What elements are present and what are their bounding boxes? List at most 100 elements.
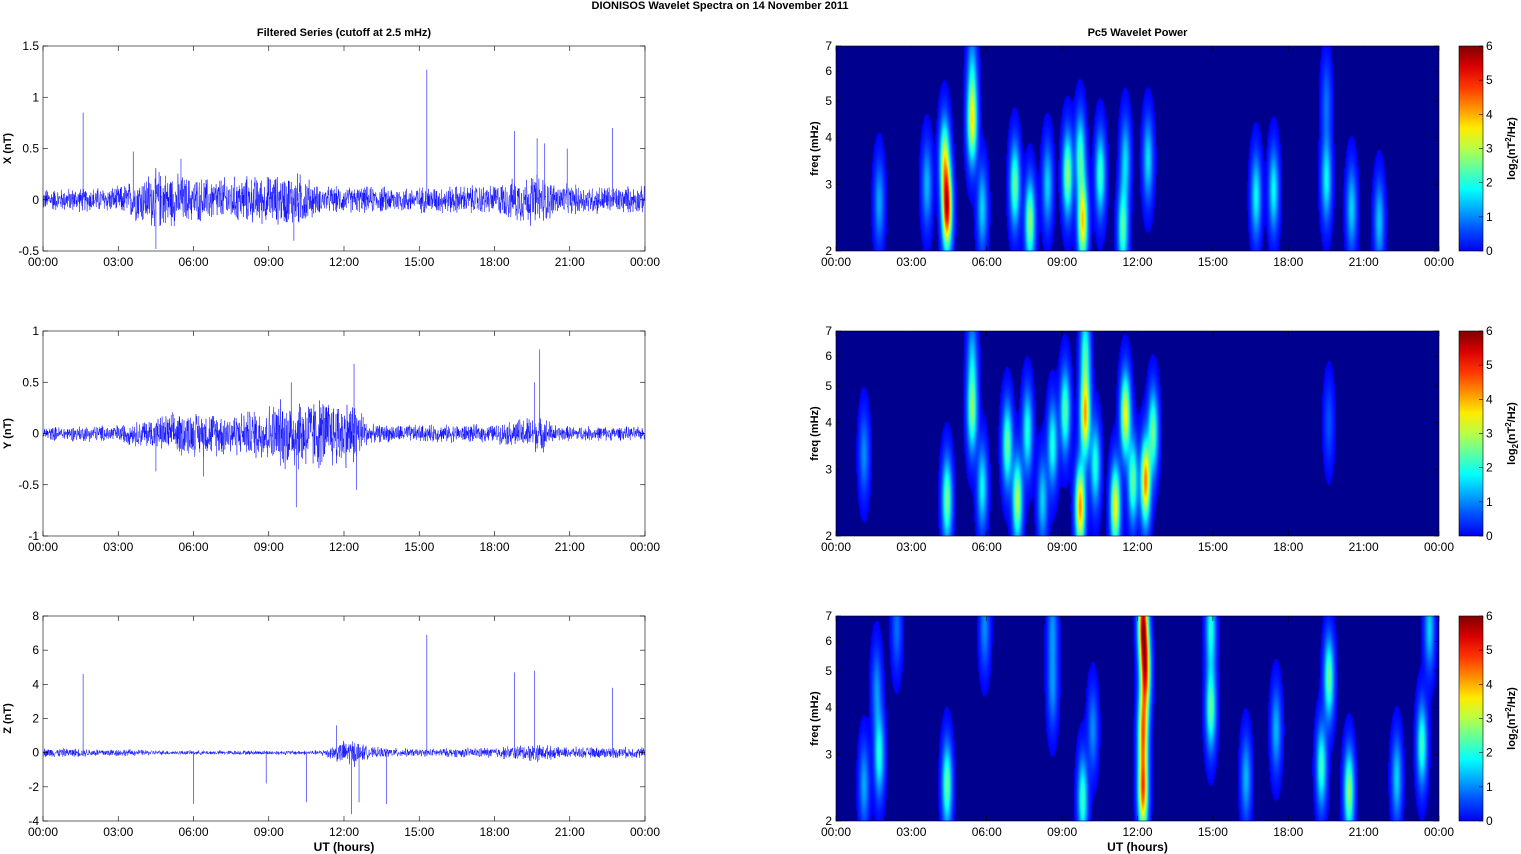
x-tick-label: 15:00 xyxy=(404,825,434,839)
x-tick-label: 03:00 xyxy=(103,255,133,269)
colorbar: 0 1 2 3 4 5 6 log2(nT2/Hz) xyxy=(1458,39,1520,258)
x-tick-label: 09:00 xyxy=(1047,540,1077,554)
y-tick-label: -0.5 xyxy=(18,478,39,492)
y-tick-label: 4 xyxy=(825,416,832,430)
x-tick-label: 12:00 xyxy=(329,540,359,554)
colorbar-label: log2(nT2/Hz) xyxy=(1504,687,1520,750)
colorbar-tick-label: 4 xyxy=(1486,107,1493,121)
x-tick-label: 03:00 xyxy=(896,825,926,839)
y-tick-label: 1.5 xyxy=(22,39,39,53)
y-axis-label: freq (mHz) xyxy=(809,406,821,461)
y-tick-label: 1 xyxy=(32,324,39,338)
x-tick-label: 03:00 xyxy=(896,540,926,554)
y-tick-label: 4 xyxy=(32,677,39,691)
heatmap-canvas xyxy=(836,616,1439,821)
x-tick-label: 09:00 xyxy=(254,825,284,839)
x-tick-label: 00:00 xyxy=(28,825,58,839)
x-tick-label: 00:00 xyxy=(821,540,851,554)
series-z xyxy=(43,634,645,815)
y-tick-label: 7 xyxy=(825,609,832,623)
colorbar-label: log2(nT2/Hz) xyxy=(1504,402,1520,465)
y-axis-label: X (nT) xyxy=(2,133,14,164)
x-tick-label: 00:00 xyxy=(28,540,58,554)
colorbar-tick-label: 5 xyxy=(1486,73,1493,87)
series-2-axes: -4-20246800:00 03:00 06:00 09:00 12:00 15:00 1… xyxy=(2,609,660,854)
x-tick-label: 15:00 xyxy=(404,255,434,269)
y-tick-label: 3 xyxy=(825,178,832,192)
y-tick-label: 3 xyxy=(825,748,832,762)
y-axis-label: freq (mHz) xyxy=(809,691,821,746)
y-tick-label: 8 xyxy=(32,609,39,623)
panel-title: Pc5 Wavelet Power xyxy=(1088,27,1189,39)
x-tick-label: 09:00 xyxy=(254,540,284,554)
y-tick-label: 6 xyxy=(825,349,832,363)
colorbar-tick-label: 1 xyxy=(1486,780,1493,794)
colorbar-tick-label: 0 xyxy=(1486,244,1493,258)
x-tick-label: 12:00 xyxy=(1122,255,1152,269)
x-tick-label: 12:00 xyxy=(1122,540,1152,554)
colorbar-tick-label: 1 xyxy=(1486,210,1493,224)
x-tick-label: 18:00 xyxy=(479,540,509,554)
x-tick-label: 21:00 xyxy=(1349,255,1379,269)
series-y xyxy=(43,349,645,508)
x-tick-label: 18:00 xyxy=(1273,255,1303,269)
x-tick-label: 09:00 xyxy=(1047,825,1077,839)
x-tick-label: 03:00 xyxy=(103,540,133,554)
colorbar-tick-label: 6 xyxy=(1486,609,1493,623)
x-tick-label: 03:00 xyxy=(896,255,926,269)
x-tick-label: 00:00 xyxy=(1424,540,1454,554)
x-tick-label: 00:00 xyxy=(630,825,660,839)
colorbar-tick-label: 0 xyxy=(1486,529,1493,543)
y-tick-label: 0 xyxy=(32,193,39,207)
x-tick-label: 18:00 xyxy=(1273,540,1303,554)
y-tick-label: 5 xyxy=(825,379,832,393)
x-tick-label: 15:00 xyxy=(1198,825,1228,839)
x-tick-label: 09:00 xyxy=(1047,255,1077,269)
x-tick-label: 06:00 xyxy=(972,825,1002,839)
colorbar-tick-label: 3 xyxy=(1486,427,1493,441)
x-tick-label: 00:00 xyxy=(28,255,58,269)
series-0-axes: -0.500.511.500:00 03:00 06:00 09:00 12:00 15:… xyxy=(2,27,660,269)
heatmap-canvas xyxy=(836,46,1439,251)
x-tick-label: 09:00 xyxy=(254,255,284,269)
figure: DIONISOS Wavelet Spectra on 14 November … xyxy=(2,0,1520,854)
colorbar: 0 1 2 3 4 5 6 log2(nT2/Hz) xyxy=(1458,609,1520,828)
x-tick-label: 00:00 xyxy=(821,825,851,839)
x-tick-label: 18:00 xyxy=(479,825,509,839)
trace-line xyxy=(43,740,645,767)
colorbar-tick-label: 4 xyxy=(1486,677,1493,691)
wavelet-power-map xyxy=(836,616,1439,821)
y-tick-label: 7 xyxy=(825,324,832,338)
y-tick-label: 7 xyxy=(825,39,832,53)
x-tick-label: 18:00 xyxy=(1273,825,1303,839)
x-tick-label: 15:00 xyxy=(1198,255,1228,269)
colorbar-tick-label: 6 xyxy=(1486,324,1493,338)
x-tick-label: 00:00 xyxy=(821,255,851,269)
y-tick-label: 1 xyxy=(32,90,39,104)
x-tick-label: 12:00 xyxy=(1122,825,1152,839)
heatmap-canvas xyxy=(836,331,1439,536)
y-tick-label: 3 xyxy=(825,463,832,477)
y-axis-label: freq (mHz) xyxy=(809,121,821,176)
x-tick-label: 21:00 xyxy=(1349,825,1379,839)
trace-line xyxy=(43,399,645,470)
colorbar-tick-label: 5 xyxy=(1486,643,1493,657)
x-tick-label: 06:00 xyxy=(178,540,208,554)
y-tick-label: 0.5 xyxy=(22,142,39,156)
colorbar-tick-label: 2 xyxy=(1486,746,1493,760)
x-tick-label: 00:00 xyxy=(630,255,660,269)
x-tick-label: 00:00 xyxy=(1424,825,1454,839)
x-axis-label: UT (hours) xyxy=(314,840,375,854)
y-tick-label: 0 xyxy=(32,746,39,760)
colorbar: 0 1 2 3 4 5 6 log2(nT2/Hz) xyxy=(1458,324,1520,543)
y-tick-label: 4 xyxy=(825,701,832,715)
x-tick-label: 21:00 xyxy=(555,825,585,839)
x-axis-label: UT (hours) xyxy=(1107,840,1168,854)
x-tick-label: 21:00 xyxy=(1349,540,1379,554)
y-tick-label: 6 xyxy=(825,634,832,648)
x-tick-label: 06:00 xyxy=(972,255,1002,269)
x-tick-label: 21:00 xyxy=(555,255,585,269)
x-tick-label: 03:00 xyxy=(103,825,133,839)
x-tick-label: 06:00 xyxy=(178,255,208,269)
x-tick-label: 12:00 xyxy=(329,255,359,269)
